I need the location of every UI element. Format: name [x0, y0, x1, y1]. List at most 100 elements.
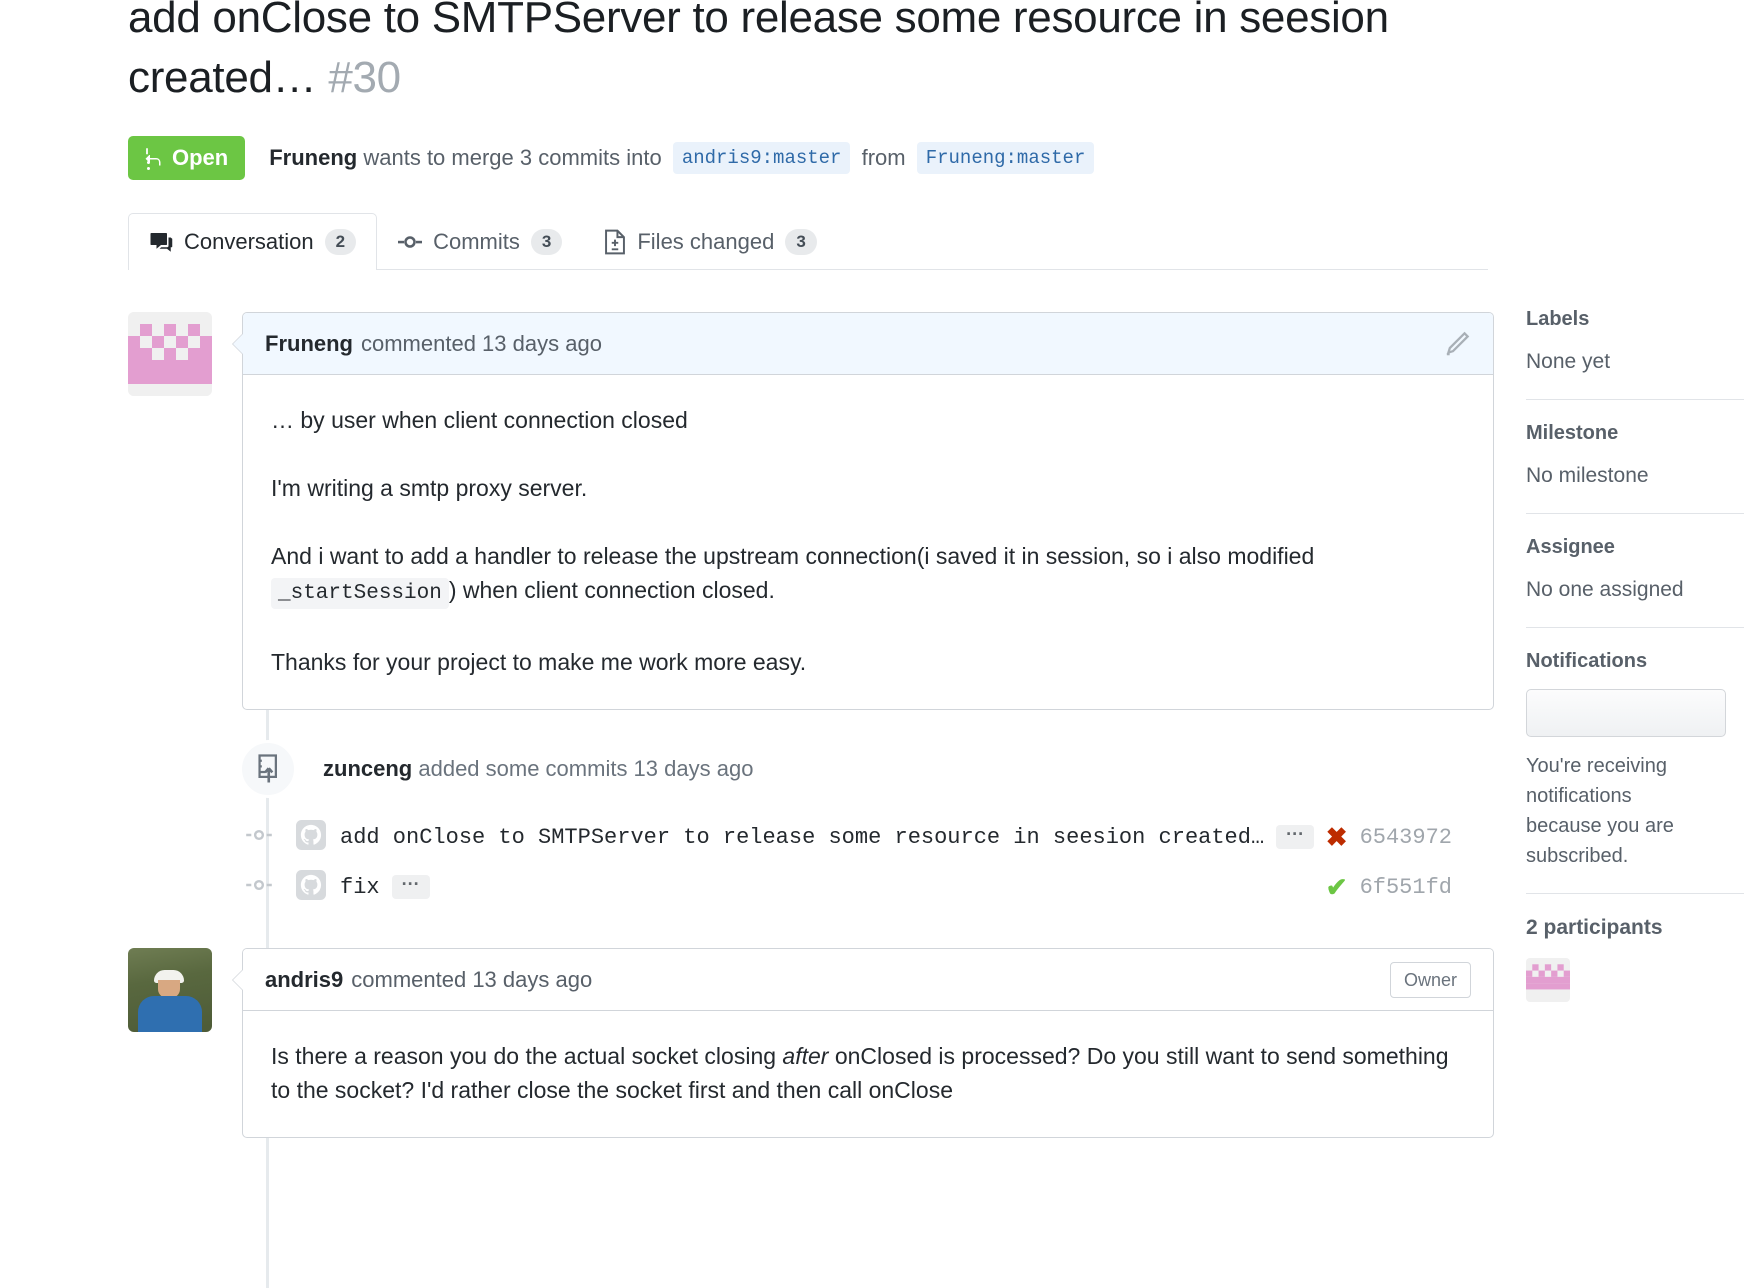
commit-expand-button[interactable]: ··· [1276, 825, 1315, 849]
sidebar-assignee-title: Assignee [1526, 536, 1615, 558]
text-part-1: Is there a reason you do the actual sock… [271, 1043, 783, 1069]
code-para-pre: And i want to add a handler to release t… [271, 543, 1315, 569]
pr-author: Fruneng [269, 145, 358, 170]
comment-paragraph: I'm writing a smtp proxy server. [271, 475, 588, 501]
tab-conversation-count: 2 [324, 229, 357, 255]
emphasis-text: after [782, 1043, 829, 1069]
commit-expand-button[interactable]: ··· [391, 875, 430, 899]
tab-commits[interactable]: Commits 3 [377, 213, 583, 270]
tab-commits-label: Commits [433, 229, 520, 254]
tab-navigation: Conversation 2 Commits 3 Files changed 3 [128, 212, 1488, 270]
git-commit-icon [246, 877, 272, 898]
comment-box: Fruneng commented 13 days ago … by user … [232, 312, 1494, 710]
commit-sha[interactable]: 6543972 [1360, 825, 1452, 850]
divider [1526, 399, 1744, 400]
pr-title-text: add onClose to SMTPServer to release som… [128, 0, 1389, 102]
commit-list: add onClose to SMTPServer to release som… [128, 812, 1494, 912]
tab-files-changed-count: 3 [785, 229, 817, 255]
avatar[interactable] [128, 312, 212, 396]
code-para-post: ) when client connection closed. [448, 577, 775, 603]
participant-avatar[interactable] [1526, 958, 1570, 1002]
commit-row: fix ··· ✔ 6f551fd [128, 862, 1494, 912]
sidebar-milestone: Milestone No milestone [1526, 422, 1744, 513]
comment-header: andris9 commented 13 days ago Owner [243, 949, 1493, 1011]
merge-summary: Fruneng wants to merge 3 commits into an… [269, 142, 1099, 174]
head-branch-chip[interactable]: Fruneng:master [916, 142, 1095, 174]
commits-event-author[interactable]: zunceng [323, 756, 412, 781]
diff-icon [604, 229, 626, 255]
comment-paragraph: Is there a reason you do the actual sock… [271, 1039, 1465, 1107]
github-mark-icon [296, 869, 326, 905]
commit-message[interactable]: add onClose to SMTPServer to release som… [340, 825, 1264, 850]
page-title: add onClose to SMTPServer to release som… [128, 0, 1498, 108]
comment-timestamp: commented 13 days ago [361, 330, 602, 356]
merge-text-2: from [861, 145, 906, 170]
sidebar-milestone-value: No milestone [1526, 464, 1649, 487]
commit-message[interactable]: fix [340, 875, 380, 900]
notifications-note-1: You're receiving notifications [1526, 755, 1667, 807]
comment-paragraph: … by user when client connection closed [271, 407, 688, 433]
timeline: Fruneng commented 13 days ago … by user … [128, 312, 1494, 1288]
sidebar-assignee: Assignee No one assigned [1526, 536, 1744, 627]
pr-meta: Open Fruneng wants to merge 3 commits in… [128, 136, 1744, 180]
sidebar-milestone-title: Milestone [1526, 422, 1619, 444]
comment-paragraph-with-code: And i want to add a handler to release t… [271, 539, 1465, 611]
comment-author[interactable]: Fruneng [265, 331, 353, 357]
comment-fruneng: Fruneng commented 13 days ago … by user … [128, 312, 1494, 710]
tab-conversation-label: Conversation [184, 229, 314, 254]
comment-author[interactable]: andris9 [265, 967, 343, 993]
sidebar-participants: 2 participants [1526, 916, 1744, 1024]
commits-event-text: zunceng added some commits 13 days ago [323, 756, 753, 782]
edit-pencil-icon[interactable] [1443, 330, 1471, 358]
commits-event-label: added some commits 13 days ago [418, 756, 754, 781]
tab-files-changed[interactable]: Files changed 3 [583, 213, 837, 270]
comment-body: Is there a reason you do the actual sock… [243, 1011, 1493, 1137]
comment-discussion-icon [149, 230, 173, 254]
pr-header: add onClose to SMTPServer to release som… [0, 0, 1744, 180]
avatar-body [138, 996, 202, 1032]
git-commit-icon [246, 827, 272, 848]
sidebar-assignee-value: No one assigned [1526, 578, 1684, 601]
inline-code: _startSession [271, 578, 449, 609]
github-mark-icon [296, 819, 326, 855]
commit-sha[interactable]: 6f551fd [1360, 875, 1452, 900]
commit-row: add onClose to SMTPServer to release som… [128, 812, 1494, 862]
commit-status: ✖ 6543972 [1326, 824, 1452, 850]
merge-text-1: wants to merge 3 commits into [363, 145, 662, 170]
identicon-icon [1526, 958, 1570, 1002]
divider [1526, 627, 1744, 628]
notifications-note-2: because you are subscribed. [1526, 815, 1674, 867]
comment-andris9: andris9 commented 13 days ago Owner Is t… [128, 948, 1494, 1138]
repo-push-icon [239, 740, 297, 798]
participants-title: 2 participants [1526, 916, 1663, 939]
pull-request-page: add onClose to SMTPServer to release som… [0, 0, 1744, 1288]
comment-box: andris9 commented 13 days ago Owner Is t… [232, 948, 1494, 1138]
sidebar-notifications: Notifications You're receiving notificat… [1526, 650, 1744, 893]
unsubscribe-button[interactable] [1526, 689, 1726, 737]
divider [1526, 893, 1744, 894]
tab-conversation[interactable]: Conversation 2 [128, 213, 378, 270]
base-branch-chip[interactable]: andris9:master [672, 142, 851, 174]
sidebar-notifications-title: Notifications [1526, 650, 1648, 672]
git-commit-icon [398, 232, 423, 252]
avatar-photo [128, 948, 212, 1032]
identicon-icon [128, 312, 212, 396]
sidebar-labels-value: None yet [1526, 350, 1611, 373]
sidebar-labels: Labels None yet [1526, 308, 1744, 399]
commit-status: ✔ 6f551fd [1326, 874, 1452, 900]
x-icon[interactable]: ✖ [1326, 824, 1348, 850]
status-badge-label: Open [172, 145, 229, 170]
pr-number: #30 [328, 53, 401, 102]
avatar[interactable] [128, 948, 212, 1032]
comment-body: … by user when client connection closed … [243, 375, 1493, 709]
status-badge: Open [128, 136, 246, 180]
check-icon[interactable]: ✔ [1326, 874, 1348, 900]
divider [1526, 513, 1744, 514]
tab-commits-count: 3 [530, 229, 563, 255]
sidebar-labels-title: Labels [1526, 308, 1590, 330]
sidebar: Labels None yet Milestone No milestone A… [1526, 308, 1744, 1024]
git-pull-request-icon [143, 146, 163, 170]
comment-timestamp: commented 13 days ago [351, 966, 593, 992]
tab-files-changed-label: Files changed [637, 229, 775, 254]
commits-event: zunceng added some commits 13 days ago [128, 740, 1494, 798]
